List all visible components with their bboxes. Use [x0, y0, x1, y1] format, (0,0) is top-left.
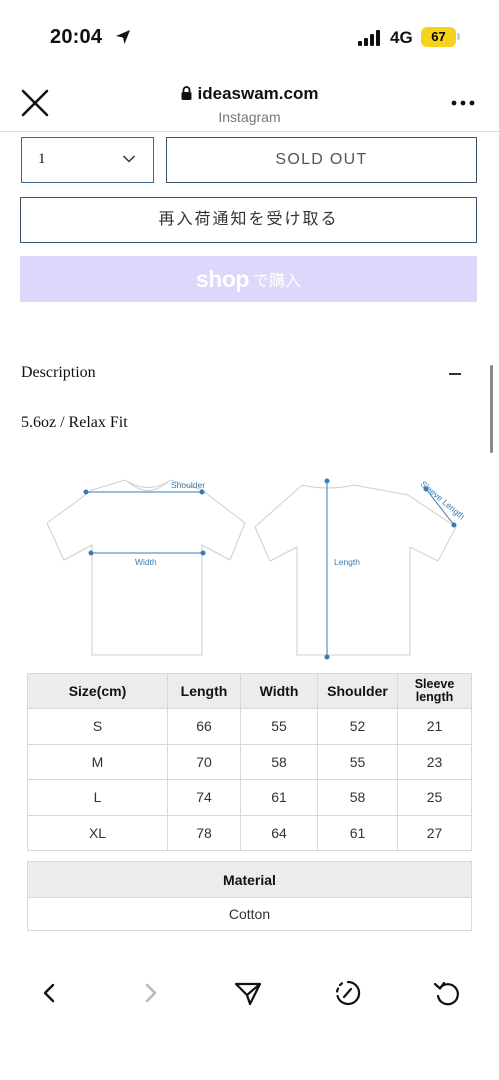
length-header: Length — [167, 673, 241, 709]
size-cell: M — [27, 743, 168, 781]
back-icon[interactable] — [34, 978, 64, 1008]
forward-icon[interactable] — [136, 978, 166, 1008]
width-cell: 64 — [240, 814, 318, 852]
shoulder-label: Shoulder — [171, 480, 205, 490]
width-cell: 55 — [240, 708, 318, 745]
material-header-row: Material — [27, 861, 472, 898]
sleeve-cell: 21 — [397, 708, 472, 745]
fit-description: 5.6oz / Relax Fit — [21, 414, 128, 431]
reload-icon[interactable] — [432, 978, 462, 1008]
shoulder-cell: 55 — [317, 743, 398, 781]
length-cell: 66 — [167, 708, 241, 745]
collapse-icon[interactable] — [449, 373, 461, 375]
more-icon[interactable] — [450, 100, 476, 106]
scrollbar[interactable] — [490, 365, 493, 453]
location-arrow-icon — [116, 30, 130, 44]
size-cell: S — [27, 708, 168, 745]
speed-icon[interactable] — [333, 978, 363, 1008]
width-header: Width — [240, 673, 318, 709]
width-cell: 58 — [240, 743, 318, 781]
shoulder-cell: 61 — [317, 814, 398, 852]
shoulder-header: Shoulder — [317, 673, 398, 709]
table-row: S 66 55 52 21 — [27, 708, 472, 745]
material-value-row: Cotton — [27, 897, 472, 931]
chevron-down-icon — [122, 155, 136, 163]
material-table: Material Cotton — [27, 861, 472, 931]
material-value: Cotton — [27, 897, 472, 931]
table-row: XL 78 64 61 27 — [27, 814, 472, 852]
sold-out-button[interactable]: SOLD OUT — [166, 137, 477, 183]
lock-icon — [181, 86, 192, 100]
sleeve-cell: 25 — [397, 779, 472, 816]
sleeve-header-line-2: length — [415, 690, 454, 704]
shoulder-cell: 52 — [317, 708, 398, 745]
length-cell: 74 — [167, 779, 241, 816]
size-table-header-row: Size(cm) Length Width Shoulder Sleeve len… — [27, 673, 472, 709]
url-bar[interactable]: ideaswam.com — [0, 84, 499, 104]
shop-pay-logo: shop — [196, 266, 249, 292]
battery-nub — [457, 33, 460, 40]
shoulder-cell: 58 — [317, 779, 398, 816]
source-label: Instagram — [218, 109, 281, 125]
sleeve-cell: 27 — [397, 814, 472, 852]
width-cell: 61 — [240, 779, 318, 816]
material-header: Material — [27, 861, 472, 898]
width-label: Width — [135, 557, 157, 567]
length-cell: 78 — [167, 814, 241, 852]
network-type: 4G — [390, 28, 413, 47]
signal-bars-icon — [358, 30, 380, 46]
shop-pay-text: で購入 — [252, 273, 301, 290]
share-icon[interactable] — [233, 978, 263, 1008]
sleeve-length-header: Sleeve length — [397, 673, 472, 709]
sleeve-length-label: Sleeve Length — [419, 479, 467, 522]
url-text: ideaswam.com — [197, 84, 319, 103]
length-cell: 70 — [167, 743, 241, 781]
shop-pay-button[interactable]: shop で購入 — [20, 256, 477, 302]
status-time: 20:04 — [50, 26, 103, 48]
header-divider — [0, 131, 499, 132]
size-header: Size(cm) — [27, 673, 168, 709]
length-label: Length — [334, 557, 360, 567]
table-row: L 74 61 58 25 — [27, 779, 472, 816]
restock-notify-button[interactable]: 再入荷通知を受け取る — [20, 197, 477, 243]
sleeve-cell: 23 — [397, 743, 472, 781]
size-diagram: Shoulder Width Length Sleeve Length — [46, 478, 467, 660]
sleeve-header-line-1: Sleeve — [414, 677, 455, 691]
description-heading: Description — [21, 364, 96, 381]
size-table: Size(cm) Length Width Shoulder Sleeve len… — [27, 673, 472, 852]
quantity-select[interactable]: 1 — [21, 137, 154, 183]
table-row: M 70 58 55 23 — [27, 743, 472, 781]
size-cell: XL — [27, 814, 168, 852]
size-cell: L — [27, 779, 168, 816]
battery-level: 67 — [421, 27, 456, 47]
quantity-value: 1 — [38, 151, 46, 167]
